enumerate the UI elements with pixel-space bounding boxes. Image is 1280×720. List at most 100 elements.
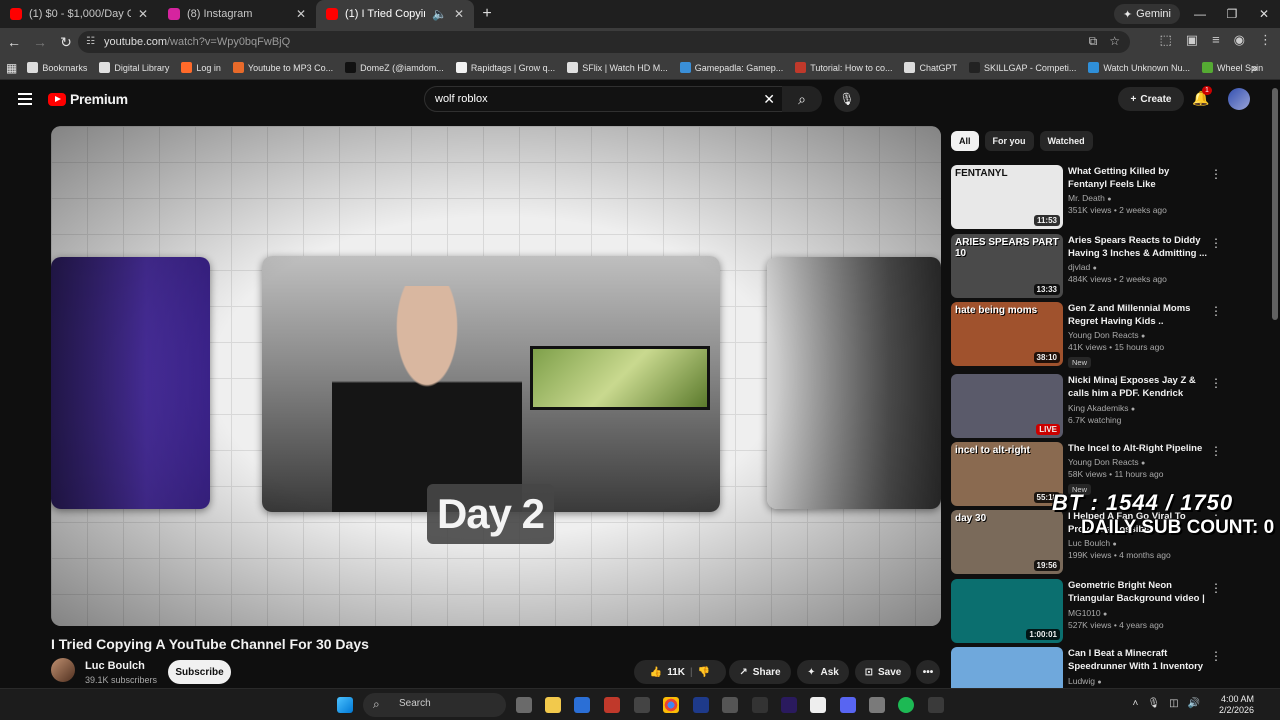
forward-icon[interactable]: → xyxy=(28,30,52,54)
discord-icon[interactable] xyxy=(840,697,856,713)
recommendation-channel[interactable]: Luc Boulch ● xyxy=(1068,538,1208,548)
recommendation-thumbnail[interactable]: LIVE xyxy=(951,374,1063,438)
recommendation-item[interactable]: ARIES SPEARS PART 10 13:33 Aries Spears Re… xyxy=(951,234,1241,298)
notifications-button[interactable]: 🔔 1 xyxy=(1192,86,1212,107)
new-tab-icon[interactable]: + xyxy=(474,0,500,28)
app-icon-red[interactable] xyxy=(604,697,620,713)
recommendation-thumbnail[interactable]: hate being moms 38:10 xyxy=(951,302,1063,366)
media-icon[interactable]: ≡ xyxy=(1212,32,1220,48)
back-icon[interactable]: ← xyxy=(2,30,26,54)
recommendation-item[interactable]: hate being moms 38:10 Gen Z and Millennial… xyxy=(951,302,1241,368)
bookmark-item[interactable]: Log in xyxy=(181,62,221,73)
recommendation-thumbnail[interactable]: 1:00:01 xyxy=(951,579,1063,643)
app-icon-notify[interactable] xyxy=(752,697,768,713)
recommendation-title[interactable]: What Getting Killed by Fentanyl Feels Li… xyxy=(1068,165,1208,191)
more-options-icon[interactable]: ⋮ xyxy=(1210,376,1222,390)
save-button[interactable]: ⊡ Save xyxy=(855,660,911,684)
channel-name[interactable]: Luc Boulch xyxy=(85,660,145,672)
apps-grid-icon[interactable]: ▦ xyxy=(6,61,17,75)
recommendation-channel[interactable]: King Akademiks ● xyxy=(1068,403,1208,413)
more-bookmarks-icon[interactable]: » xyxy=(1251,61,1258,75)
more-actions-button[interactable]: ••• xyxy=(916,660,940,684)
recommendation-thumbnail[interactable]: FENTANYL 11:53 xyxy=(951,165,1063,229)
volume-icon[interactable]: 🔊 xyxy=(1188,698,1200,709)
system-clock[interactable]: 4:00 AM 2/2/2026 xyxy=(1219,694,1254,716)
more-options-icon[interactable]: ⋮ xyxy=(1210,581,1222,595)
clear-search-icon[interactable]: ✕ xyxy=(763,91,775,108)
create-button[interactable]: + Create xyxy=(1118,87,1184,111)
extensions-icon[interactable]: ⬚ xyxy=(1159,32,1171,48)
recommendation-thumbnail[interactable]: incel to alt-right 55:18 xyxy=(951,442,1063,506)
recommendation-title[interactable]: Aries Spears Reacts to Diddy Having 3 In… xyxy=(1068,234,1208,260)
recommendation-channel[interactable]: Young Don Reacts ● xyxy=(1068,457,1208,467)
more-options-icon[interactable]: ⋮ xyxy=(1210,649,1222,663)
file-explorer-icon[interactable] xyxy=(545,697,561,713)
recommendation-channel[interactable]: Ludwig ● xyxy=(1068,676,1208,686)
spotify-icon[interactable] xyxy=(898,697,914,713)
taskbar-search[interactable]: ⌕ Search xyxy=(363,693,506,717)
minimize-icon[interactable]: — xyxy=(1184,0,1216,28)
bookmark-item[interactable]: Bookmarks xyxy=(27,62,87,73)
thumbs-down-icon[interactable]: 👎 xyxy=(698,667,710,678)
recommendation-thumbnail[interactable]: day 30 19:56 xyxy=(951,510,1063,574)
bookmark-item[interactable]: Watch Unknown Nu... xyxy=(1088,62,1190,73)
youtube-logo[interactable]: Premium xyxy=(48,91,128,107)
recommendation-title[interactable]: The Incel to Alt-Right Pipeline xyxy=(1068,442,1208,455)
like-button[interactable]: 👍 11K xyxy=(650,667,685,678)
filter-chip[interactable]: For you xyxy=(984,131,1034,151)
profile-icon[interactable]: ◉ xyxy=(1234,32,1245,48)
bookmark-item[interactable]: DomeZ (@iamdom... xyxy=(345,62,444,73)
close-tab-icon[interactable]: ✕ xyxy=(454,7,464,21)
bookmark-item[interactable]: SFlix | Watch HD M... xyxy=(567,62,668,73)
store-icon[interactable] xyxy=(574,697,590,713)
site-info-icon[interactable]: ☷ xyxy=(86,36,95,47)
recommendation-item[interactable]: Can I Beat a Minecraft Speedrunner With … xyxy=(951,647,1241,688)
recommendation-channel[interactable]: MG1010 ● xyxy=(1068,608,1208,618)
menu-hamburger-icon[interactable] xyxy=(18,93,32,108)
recommendation-channel[interactable]: djvlad ● xyxy=(1068,262,1208,272)
app-icon-c[interactable] xyxy=(869,697,885,713)
search-input[interactable]: wolf roblox ✕ xyxy=(424,86,784,112)
google-icon[interactable] xyxy=(810,697,826,713)
recommendation-thumbnail[interactable] xyxy=(951,647,1063,688)
filter-chip[interactable]: All xyxy=(951,131,979,151)
recommendation-title[interactable]: Gen Z and Millennial Moms Regret Having … xyxy=(1068,302,1208,328)
install-app-icon[interactable]: ⧉ xyxy=(1089,34,1098,49)
bookmark-item[interactable]: Gamepadla: Gamep... xyxy=(679,62,783,73)
gemini-button[interactable]: ✦ Gemini xyxy=(1113,4,1180,24)
recommendation-channel[interactable]: Mr. Death ● xyxy=(1068,193,1208,203)
mute-icon[interactable]: 🔈 xyxy=(432,7,447,21)
bookmark-item[interactable]: Digital Library xyxy=(99,62,169,73)
chrome-icon[interactable] xyxy=(663,697,679,713)
bookmark-item[interactable]: Rapidtags | Grow q... xyxy=(455,62,555,73)
recommendation-title[interactable]: Can I Beat a Minecraft Speedrunner With … xyxy=(1068,647,1208,674)
more-options-icon[interactable]: ⋮ xyxy=(1210,167,1222,181)
more-options-icon[interactable]: ⋮ xyxy=(1210,304,1222,318)
bookmark-item[interactable]: Tutorial: How to co... xyxy=(795,62,892,73)
account-avatar[interactable] xyxy=(1228,88,1250,110)
share-button[interactable]: ↗ Share xyxy=(729,660,791,684)
search-button[interactable]: ⌕ xyxy=(782,86,822,112)
network-icon[interactable]: ◫ xyxy=(1169,698,1178,709)
recommendation-title[interactable]: Geometric Bright Neon Triangular Backgro… xyxy=(1068,579,1208,606)
app-icon-terminal[interactable] xyxy=(928,697,944,713)
menu-icon[interactable]: ⋮ xyxy=(1259,32,1272,48)
app-icon-gray[interactable] xyxy=(722,697,738,713)
video-player[interactable]: Day 2 xyxy=(51,126,941,626)
bookmark-item[interactable]: ChatGPT xyxy=(904,62,957,73)
channel-avatar[interactable] xyxy=(51,658,75,682)
restore-icon[interactable]: ❐ xyxy=(1216,0,1248,28)
reload-icon[interactable]: ↻ xyxy=(54,30,78,54)
browser-tab[interactable]: (1) I Tried Copying A YouTu 🔈 ✕ xyxy=(316,0,474,28)
voice-search-button[interactable]: 🎙 xyxy=(834,86,860,112)
recommendation-item[interactable]: 1:00:01 Geometric Bright Neon Triangular … xyxy=(951,579,1241,643)
app-icon-dark[interactable] xyxy=(634,697,650,713)
task-view-icon[interactable] xyxy=(516,697,532,713)
recommendation-thumbnail[interactable]: ARIES SPEARS PART 10 13:33 xyxy=(951,234,1063,298)
recommendation-channel[interactable]: Young Don Reacts ● xyxy=(1068,330,1208,340)
ask-button[interactable]: ✦ Ask xyxy=(797,660,849,684)
close-window-icon[interactable]: ✕ xyxy=(1248,0,1280,28)
close-tab-icon[interactable]: ✕ xyxy=(138,7,148,21)
filter-chip[interactable]: Watched xyxy=(1039,131,1093,151)
premiere-icon[interactable] xyxy=(781,697,797,713)
